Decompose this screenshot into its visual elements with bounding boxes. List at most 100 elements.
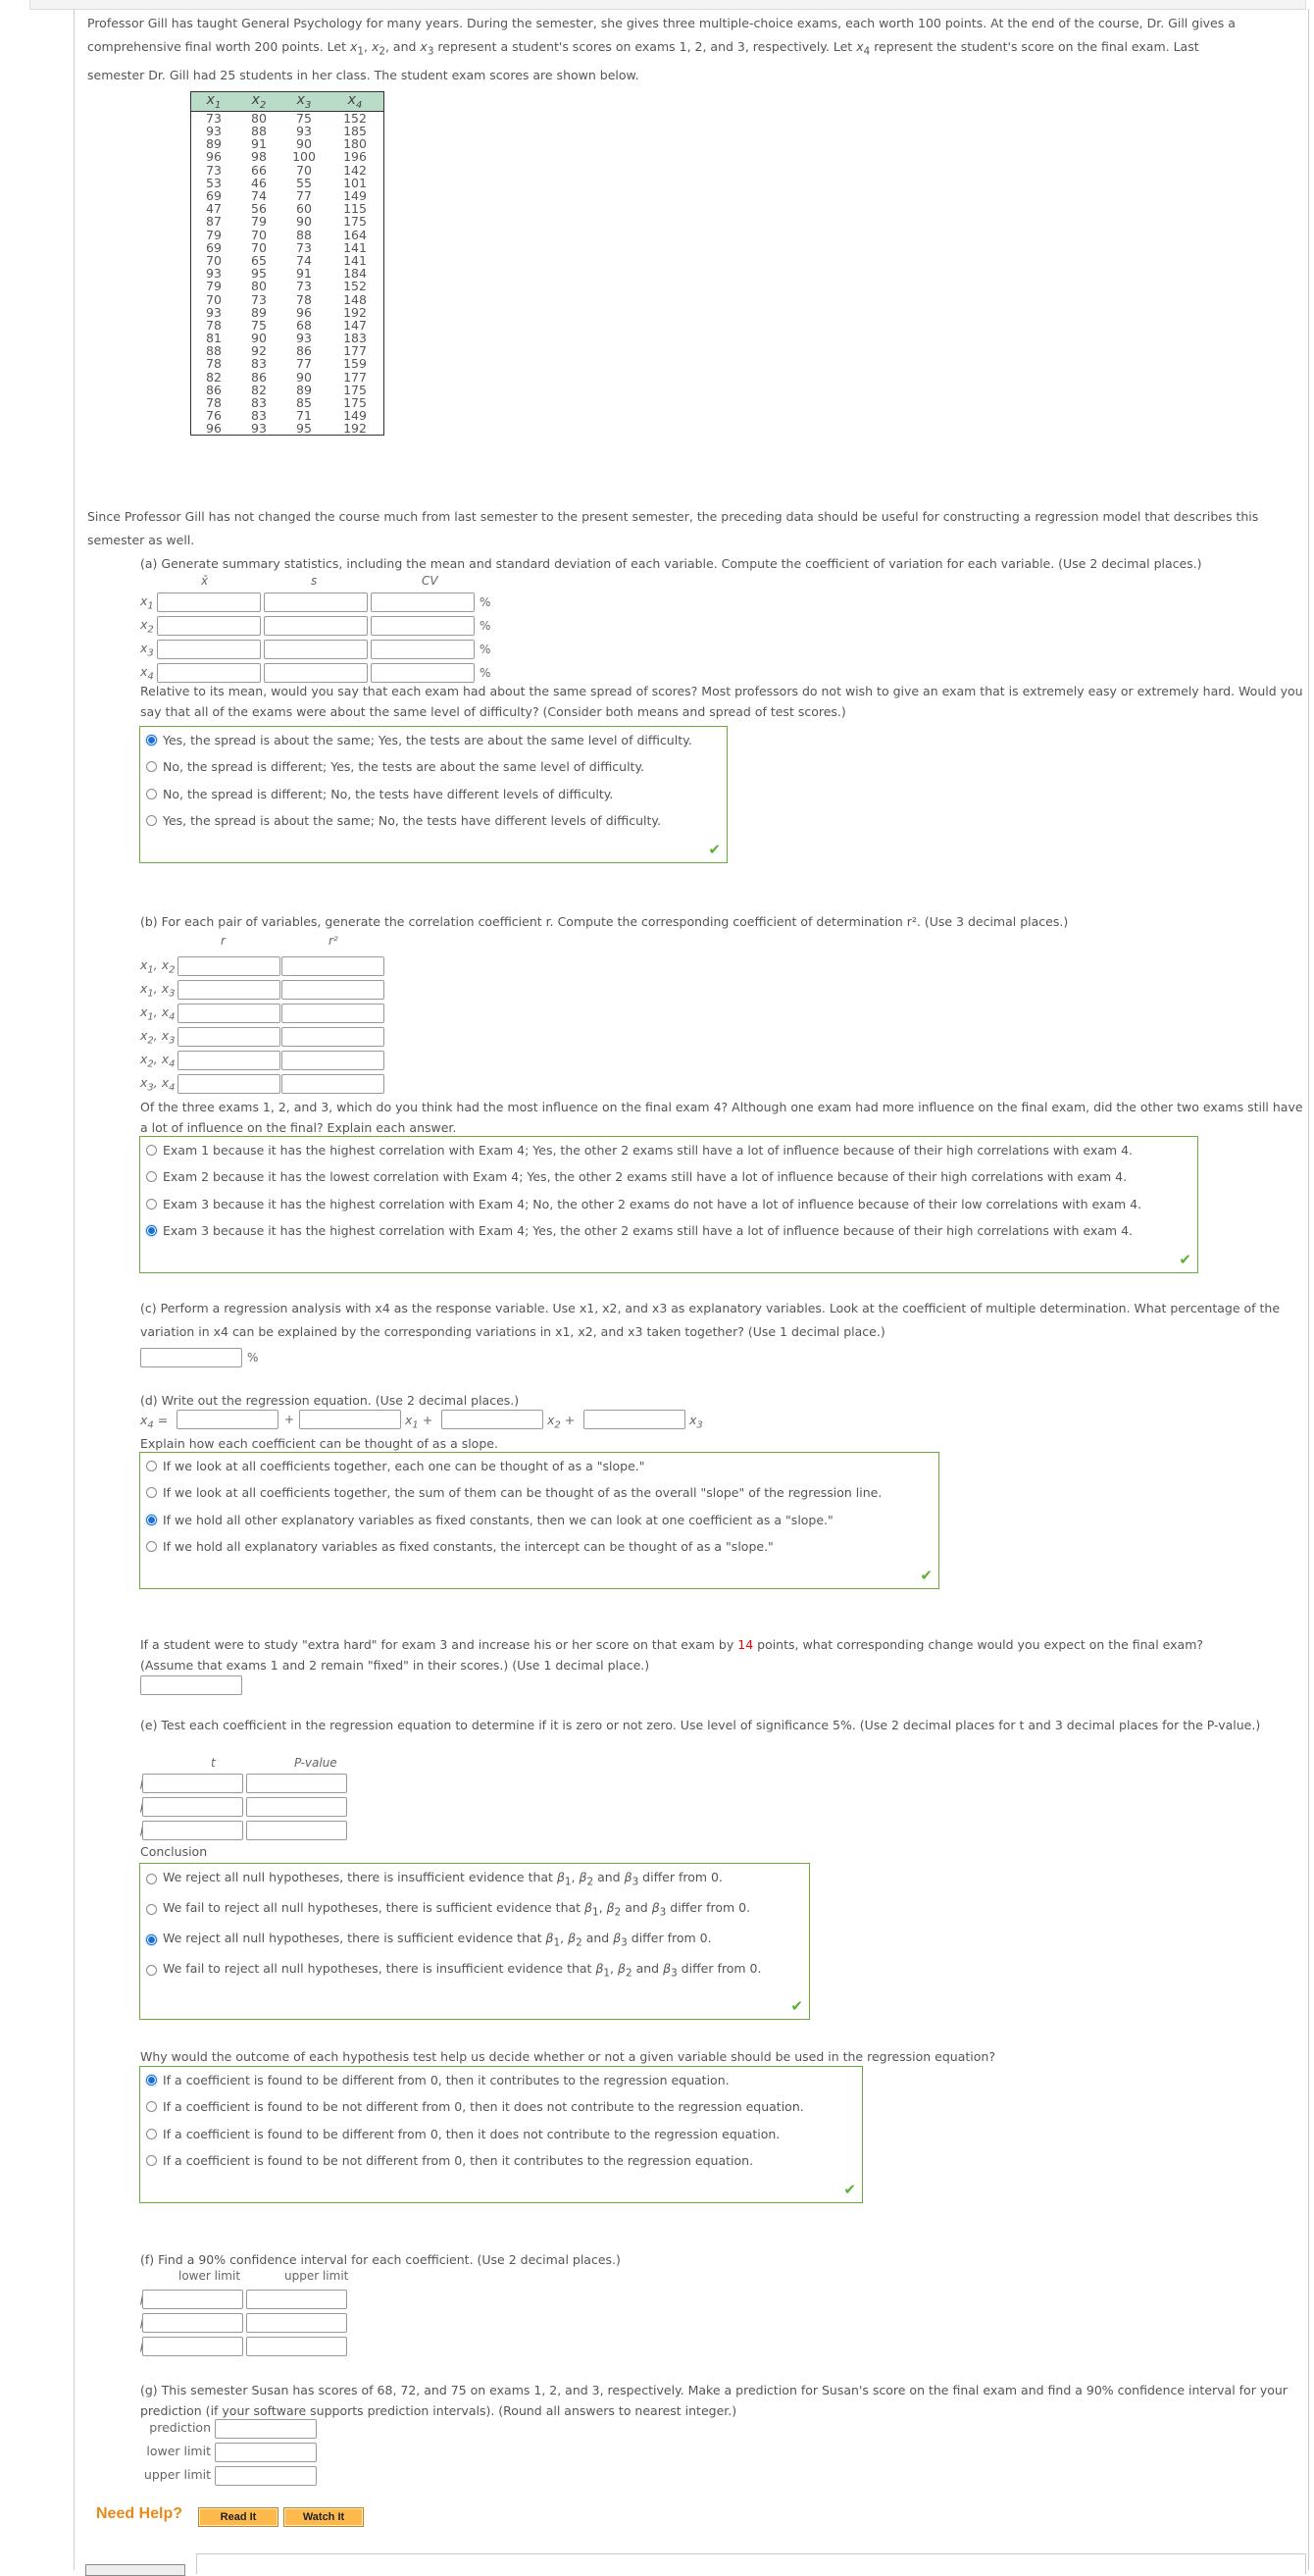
correlation-input-r1-c2[interactable] bbox=[281, 956, 384, 976]
b1-coefficient-input[interactable] bbox=[299, 1410, 401, 1429]
summary-input-r1-c3[interactable] bbox=[371, 592, 475, 612]
b2-coefficient-input[interactable] bbox=[441, 1410, 543, 1429]
radio-unselected-icon[interactable] bbox=[146, 815, 157, 826]
final-exam-change-input[interactable] bbox=[140, 1675, 242, 1695]
confidence-input-r3-c1[interactable] bbox=[142, 2337, 243, 2356]
table-cell: 164 bbox=[343, 227, 367, 242]
t-test-input-r3-c1[interactable] bbox=[142, 1821, 243, 1840]
table-cell: 46 bbox=[251, 175, 267, 190]
summary-input-r4-c3[interactable] bbox=[371, 663, 475, 683]
summary-input-r3-c1[interactable] bbox=[157, 640, 261, 659]
t-test-input-r1-c2[interactable] bbox=[246, 1774, 347, 1793]
radio-option[interactable]: Exam 3 because it has the highest correl… bbox=[146, 1221, 1133, 1241]
prediction-input-r2-c1[interactable] bbox=[215, 2443, 317, 2462]
t-test-input-r2-c2[interactable] bbox=[246, 1797, 347, 1817]
table-cell: 70 bbox=[251, 227, 267, 242]
table-cell: 86 bbox=[206, 382, 222, 397]
t-test-input-r2-c1[interactable] bbox=[142, 1797, 243, 1817]
summary-input-r1-c1[interactable] bbox=[157, 592, 261, 612]
radio-option[interactable]: If a coefficient is found to be not diff… bbox=[146, 2151, 753, 2171]
radio-unselected-icon[interactable] bbox=[146, 1541, 157, 1552]
radio-unselected-icon[interactable] bbox=[146, 1198, 157, 1210]
radio-unselected-icon[interactable] bbox=[146, 1171, 157, 1182]
prediction-input-r1-c1[interactable] bbox=[215, 2419, 317, 2439]
summary-input-r4-c2[interactable] bbox=[264, 663, 368, 683]
radio-option[interactable]: If we hold all other explanatory variabl… bbox=[146, 1510, 834, 1529]
radio-option-label: Exam 1 because it has the highest correl… bbox=[163, 1142, 1134, 1158]
radio-unselected-icon[interactable] bbox=[146, 1964, 157, 1976]
confidence-input-r2-c2[interactable] bbox=[246, 2313, 347, 2333]
radio-unselected-icon[interactable] bbox=[146, 1903, 157, 1915]
correlation-input-r4-c2[interactable] bbox=[281, 1027, 384, 1047]
correlation-input-r5-c2[interactable] bbox=[281, 1051, 384, 1070]
radio-option[interactable]: No, the spread is different; Yes, the te… bbox=[146, 757, 644, 777]
correlation-input-r6-c2[interactable] bbox=[281, 1074, 384, 1094]
radio-option[interactable]: If we look at all coefficients together,… bbox=[146, 1456, 645, 1475]
radio-option[interactable]: We reject all null hypotheses, there is … bbox=[146, 1930, 712, 1949]
radio-option[interactable]: Exam 1 because it has the highest correl… bbox=[146, 1140, 1133, 1159]
intercept-input[interactable] bbox=[177, 1410, 278, 1429]
why-choices: ✔ If a coefficient is found to be differe… bbox=[139, 2066, 863, 2203]
summary-input-r4-c1[interactable] bbox=[157, 663, 261, 683]
radio-unselected-icon[interactable] bbox=[146, 2128, 157, 2139]
confidence-input-r1-c2[interactable] bbox=[246, 2290, 347, 2309]
correlation-input-r3-c1[interactable] bbox=[177, 1004, 280, 1023]
radio-unselected-icon[interactable] bbox=[146, 2155, 157, 2166]
radio-option[interactable]: Yes, the spread is about the same; No, t… bbox=[146, 811, 661, 831]
radio-option[interactable]: If a coefficient is found to be differen… bbox=[146, 2124, 780, 2143]
summary-input-r1-c2[interactable] bbox=[264, 592, 368, 612]
correlation-input-r2-c2[interactable] bbox=[281, 980, 384, 1000]
part-a-question: Relative to its mean, would you say that… bbox=[140, 681, 1307, 722]
correlation-input-r6-c1[interactable] bbox=[177, 1074, 280, 1094]
correlation-input-r5-c1[interactable] bbox=[177, 1051, 280, 1070]
radio-option[interactable]: If we hold all explanatory variables as … bbox=[146, 1537, 774, 1557]
confidence-input-r2-c1[interactable] bbox=[142, 2313, 243, 2333]
radio-option[interactable]: We fail to reject all null hypotheses, t… bbox=[146, 1960, 761, 1980]
radio-unselected-icon[interactable] bbox=[146, 788, 157, 799]
table-cell: 70 bbox=[206, 252, 222, 268]
radio-unselected-icon[interactable] bbox=[146, 1144, 157, 1156]
b3-coefficient-input[interactable] bbox=[583, 1410, 685, 1429]
radio-selected-icon[interactable] bbox=[146, 2074, 157, 2086]
prediction-input-r3-c1[interactable] bbox=[215, 2466, 317, 2486]
radio-option[interactable]: If a coefficient is found to be not diff… bbox=[146, 2097, 804, 2117]
radio-option[interactable]: We fail to reject all null hypotheses, t… bbox=[146, 1899, 750, 1919]
extra-hard-text-b: points, what corresponding change would … bbox=[753, 1637, 1204, 1652]
summary-input-r3-c3[interactable] bbox=[371, 640, 475, 659]
watch-it-button[interactable]: Watch It bbox=[283, 2507, 364, 2527]
radio-selected-icon[interactable] bbox=[146, 1225, 157, 1236]
correlation-input-r4-c1[interactable] bbox=[177, 1027, 280, 1047]
r-squared-percent-input[interactable] bbox=[140, 1348, 242, 1367]
table-cell: 148 bbox=[343, 291, 367, 307]
part-a-prompt: (a) Generate summary statistics, includi… bbox=[140, 552, 1307, 576]
radio-selected-icon[interactable] bbox=[146, 734, 157, 746]
radio-option[interactable]: If a coefficient is found to be differen… bbox=[146, 2070, 730, 2089]
radio-selected-icon[interactable] bbox=[146, 1933, 157, 1945]
radio-unselected-icon[interactable] bbox=[146, 1460, 157, 1471]
correlation-input-r1-c1[interactable] bbox=[177, 956, 280, 976]
radio-unselected-icon[interactable] bbox=[146, 1487, 157, 1498]
summary-input-r3-c2[interactable] bbox=[264, 640, 368, 659]
radio-option[interactable]: Yes, the spread is about the same; Yes, … bbox=[146, 730, 692, 749]
radio-unselected-icon[interactable] bbox=[146, 761, 157, 772]
t-test-input-r1-c1[interactable] bbox=[142, 1774, 243, 1793]
confidence-input-r3-c2[interactable] bbox=[246, 2337, 347, 2356]
summary-input-r2-c1[interactable] bbox=[157, 616, 261, 636]
summary-input-r2-c2[interactable] bbox=[264, 616, 368, 636]
read-it-button[interactable]: Read It bbox=[198, 2507, 278, 2527]
radio-option[interactable]: Exam 2 because it has the lowest correla… bbox=[146, 1167, 1127, 1187]
radio-option[interactable]: We reject all null hypotheses, there is … bbox=[146, 1869, 723, 1888]
radio-option[interactable]: If we look at all coefficients together,… bbox=[146, 1483, 882, 1503]
correlation-input-r3-c2[interactable] bbox=[281, 1004, 384, 1023]
radio-option[interactable]: Exam 3 because it has the highest correl… bbox=[146, 1194, 1141, 1213]
correlation-input-r2-c1[interactable] bbox=[177, 980, 280, 1000]
radio-option[interactable]: No, the spread is different; No, the tes… bbox=[146, 784, 613, 803]
submit-button[interactable] bbox=[85, 2564, 185, 2576]
radio-unselected-icon[interactable] bbox=[146, 1873, 157, 1884]
t-test-input-r3-c2[interactable] bbox=[246, 1821, 347, 1840]
radio-unselected-icon[interactable] bbox=[146, 2101, 157, 2112]
summary-input-r2-c3[interactable] bbox=[371, 616, 475, 636]
intro-line-1: Professor Gill has taught General Psycho… bbox=[87, 16, 1236, 30]
radio-selected-icon[interactable] bbox=[146, 1514, 157, 1525]
confidence-input-r1-c1[interactable] bbox=[142, 2290, 243, 2309]
